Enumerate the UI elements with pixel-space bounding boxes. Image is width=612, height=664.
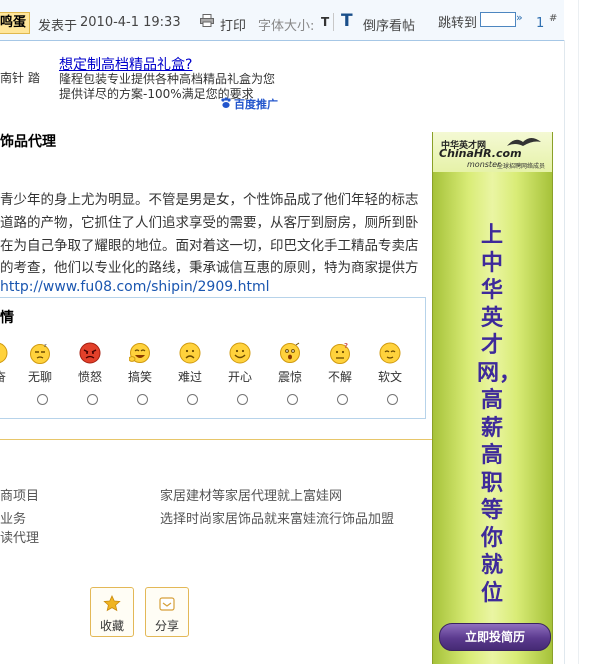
related-link[interactable]: 读代理: [0, 527, 39, 546]
ad-provider-label[interactable]: 百度推广: [234, 96, 278, 112]
post-body-text: 的考查，他们以: [0, 260, 95, 276]
post-body-line: 青少年的身上尤为明显。不管是男是女，个性饰品成了他们年轻的标志: [0, 192, 419, 208]
related-link[interactable]: 选择时尚家居饰品就来富娃流行饰品加盟: [160, 508, 394, 527]
font-big-button[interactable]: T: [341, 11, 353, 31]
mood-radio[interactable]: [37, 394, 48, 405]
font-small-button[interactable]: T: [321, 15, 329, 29]
mood-label: 不解: [328, 370, 353, 384]
post-url-link[interactable]: http://www.fu08.com/shipin/2909.html: [0, 279, 269, 295]
chinahr-banner-ad[interactable]: 中华英才网 ChinaHR.com monster 全球招聘网络成员 上中华英才…: [432, 132, 553, 664]
post-body-line: 道路的产物，它抓住了人们追求享受的需要，从客厅到厨房，厕所到卧: [0, 215, 419, 231]
mood-heading: 情: [0, 310, 14, 326]
post-body-line: 的考查，他们以专业化的路线，秉承诚信互惠的原则，特为商家提供方: [0, 256, 432, 276]
excited-face-icon: [0, 342, 8, 364]
post-body-text: 的路线，秉承诚信互惠的原则，特为商家提供方: [135, 260, 419, 276]
banner-partner: monster: [467, 160, 501, 169]
angry-face-icon: [79, 342, 101, 364]
print-link[interactable]: 打印: [220, 15, 246, 34]
mood-radio[interactable]: [87, 394, 98, 405]
author-name[interactable]: 鸣蛋: [0, 12, 31, 34]
confused-face-icon: ?: [330, 342, 350, 364]
banner-partner-sub: 全球招聘网络成员: [497, 163, 546, 170]
floor-number[interactable]: 1: [536, 16, 544, 31]
jump-floor-input[interactable]: [480, 12, 516, 27]
svg-text:?: ?: [344, 342, 348, 350]
mood-label: 无聊: [28, 370, 53, 384]
post-body-line: 在为自己争取了耀眼的地位。面对着这一切，印巴文化手工精品专卖店: [0, 238, 419, 254]
reverse-order-link[interactable]: 倒序看帖: [363, 15, 415, 34]
star-icon: [103, 595, 121, 612]
related-link[interactable]: 家居建材等家居代理就上富娃网: [160, 485, 342, 504]
page-edge: [578, 0, 579, 664]
mood-label: 开心: [228, 370, 253, 384]
font-size-label: 字体大小:: [258, 19, 315, 34]
banner-brand: ChinaHR.com: [439, 147, 522, 160]
posted-time: 2010-4-1 19:33: [80, 15, 181, 30]
mood-label: 震惊: [278, 370, 303, 384]
share-label: 分享: [154, 619, 179, 633]
mood-radio[interactable]: [387, 394, 398, 405]
content-edge: [564, 40, 565, 664]
mood-radio[interactable]: [187, 394, 198, 405]
svg-text:z: z: [44, 343, 47, 349]
banner-slogan: 上中华英才网，高薪高职等你就位: [477, 223, 522, 606]
share-icon: [159, 597, 175, 611]
mood-label: 难过: [178, 370, 203, 384]
header-divider: [333, 13, 334, 31]
floor-suffix: #: [549, 13, 558, 24]
mood-label: 搞笑: [128, 370, 153, 384]
favorite-button[interactable]: 收藏: [90, 587, 134, 637]
printer-icon[interactable]: [200, 14, 214, 27]
share-button[interactable]: 分享: [145, 587, 189, 637]
related-link[interactable]: 业务: [0, 508, 26, 527]
mood-radio[interactable]: [337, 394, 348, 405]
shocked-face-icon: [280, 342, 300, 363]
funny-face-icon: [129, 343, 150, 363]
bored-face-icon: z: [30, 343, 50, 364]
post-title: 饰品代理: [0, 134, 56, 150]
mood-radio[interactable]: [137, 394, 148, 405]
related-link[interactable]: 商项目: [0, 485, 39, 504]
mood-label: 软文: [378, 370, 403, 384]
sad-face-icon: [179, 342, 201, 364]
spellcheck-marked-word: 专业化: [94, 260, 135, 276]
jump-go-button[interactable]: »: [516, 11, 523, 24]
submit-resume-button[interactable]: 立即投简历: [439, 623, 551, 651]
mood-radio[interactable]: [287, 394, 298, 405]
baidu-paw-icon: [221, 97, 231, 108]
favorite-label: 收藏: [99, 619, 124, 633]
sly-face-icon: [379, 342, 401, 364]
posted-label: 发表于: [38, 19, 78, 34]
ad-side-text: 南针 踏: [0, 71, 40, 85]
mood-radio[interactable]: [237, 394, 248, 405]
jump-label: 跳转到: [438, 16, 478, 31]
mood-panel: [0, 297, 426, 419]
mood-label: 愤怒: [78, 370, 103, 384]
section-divider: [0, 439, 432, 440]
mood-label: 奋: [0, 370, 7, 384]
happy-face-icon: [229, 342, 251, 364]
